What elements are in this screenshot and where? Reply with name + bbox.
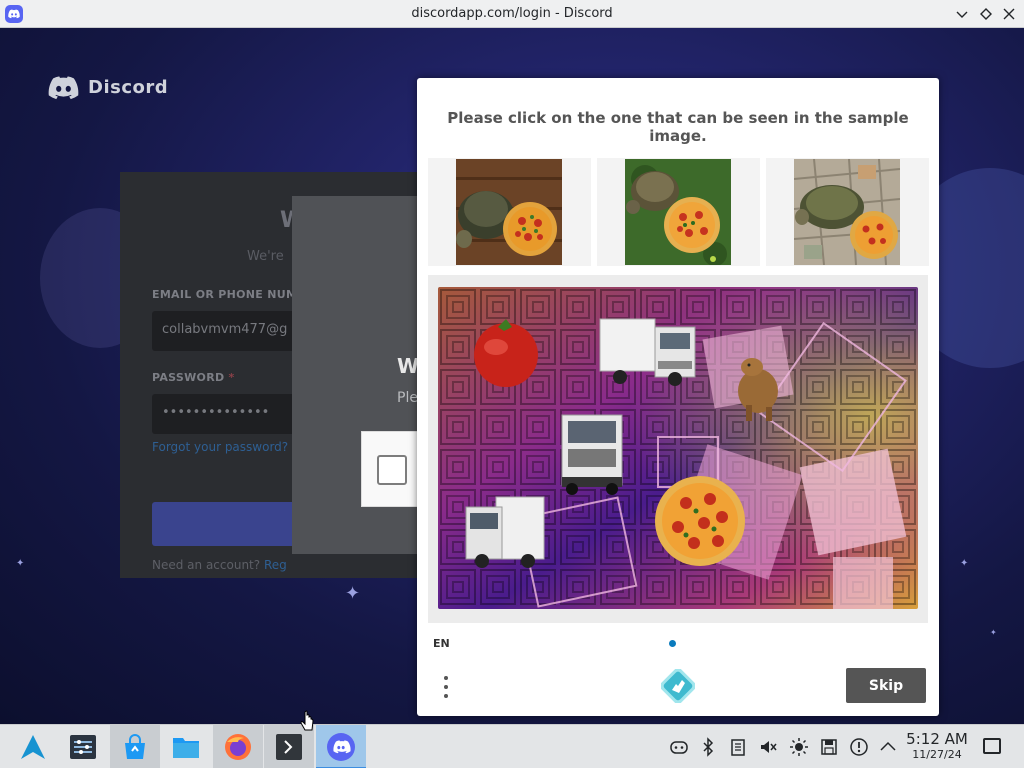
discord-tray-icon[interactable] (669, 737, 689, 757)
show-desktop-button[interactable] (983, 738, 1001, 754)
clipboard-icon[interactable] (728, 737, 748, 757)
hcaptcha-logo-icon (659, 667, 697, 705)
logo-text: Discord (88, 77, 169, 98)
minimize-button[interactable] (953, 5, 971, 23)
file-manager-icon[interactable] (161, 725, 211, 768)
clock-time: 5:12 AM (906, 730, 968, 748)
challenge-area (428, 275, 928, 623)
challenge-image[interactable] (438, 287, 918, 609)
tortoise-pizza-grass-image (625, 159, 731, 265)
menu-icon[interactable] (439, 674, 453, 700)
tortoise-pizza-wood-image (456, 159, 562, 265)
required-marker: * (228, 371, 235, 384)
maximize-button[interactable] (977, 5, 995, 23)
chevron-up-icon[interactable] (878, 737, 898, 757)
system-settings-icon[interactable] (58, 725, 108, 768)
login-subtitle: We're (247, 249, 284, 264)
clock[interactable]: 5:12 AM 11/27/24 (903, 730, 971, 761)
captcha-checkbox[interactable] (377, 455, 407, 485)
modal-text: Ple (397, 390, 418, 406)
modal-title: W (397, 354, 420, 378)
window-titlebar: discordapp.com/login - Discord (0, 0, 1024, 28)
captcha-prompt: Please click on the one that can be seen… (447, 109, 909, 145)
star-decoration: ✦ (990, 628, 997, 637)
star-decoration: ✦ (345, 583, 361, 604)
star-decoration: ✦ (960, 558, 969, 569)
bluetooth-icon[interactable] (698, 737, 718, 757)
skip-button[interactable]: Skip (846, 668, 926, 703)
volume-muted-icon[interactable] (758, 737, 778, 757)
discord-taskbar-icon[interactable] (316, 725, 366, 768)
network-icon[interactable] (849, 737, 869, 757)
window-title: discordapp.com/login - Discord (411, 6, 613, 21)
sample-image-1 (428, 158, 591, 266)
sample-image-2 (597, 158, 760, 266)
clock-date: 11/27/24 (912, 748, 962, 761)
register-link[interactable]: Reg (264, 558, 287, 572)
mouse-cursor-icon (299, 710, 315, 738)
save-icon[interactable] (819, 737, 839, 757)
taskbar: 5:12 AM 11/27/24 (0, 724, 1024, 768)
discover-store-icon[interactable] (110, 725, 160, 768)
captcha-challenge: Please click on the one that can be seen… (417, 78, 939, 716)
forgot-password-link[interactable]: Forgot your password? (152, 440, 288, 454)
star-decoration: ✦ (16, 558, 25, 569)
password-label: PASSWORD * (152, 371, 235, 384)
email-label: EMAIL OR PHONE NUMB (152, 288, 306, 301)
need-account-text: Need an account? Reg (152, 558, 287, 572)
language-selector[interactable]: EN (433, 637, 450, 650)
brightness-icon[interactable] (789, 737, 809, 757)
app-launcher-icon[interactable] (8, 725, 58, 768)
progress-dot (669, 640, 676, 647)
close-button[interactable] (1000, 5, 1018, 23)
tortoise-pizza-tiles-image (794, 159, 900, 265)
firefox-icon[interactable] (213, 725, 263, 768)
sample-image-3 (766, 158, 929, 266)
